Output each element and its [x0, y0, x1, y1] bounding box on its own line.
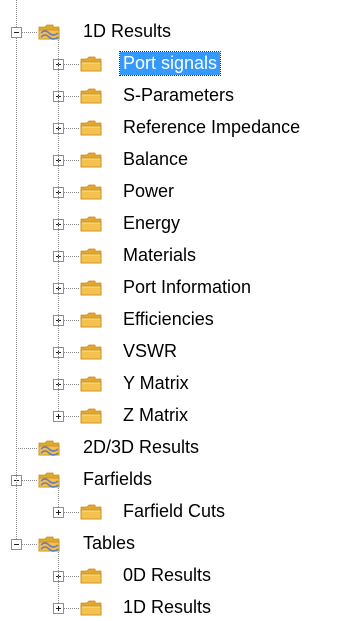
plus-expander-icon[interactable]	[53, 507, 64, 518]
minus-expander-icon[interactable]	[11, 27, 22, 38]
tree-connector	[64, 160, 79, 161]
tree-node-power[interactable]: Power	[120, 180, 177, 203]
plus-expander-icon[interactable]	[53, 603, 64, 614]
tree-connector	[16, 38, 17, 539]
folder-icon	[80, 344, 102, 360]
folder-icon	[80, 312, 102, 328]
tree-node-efficiencies[interactable]: Efficiencies	[120, 308, 217, 331]
tree-connector	[64, 64, 79, 65]
folder-icon	[80, 56, 102, 72]
folder-icon	[80, 152, 102, 168]
tree-connector	[16, 448, 37, 449]
result-tree: 1D Results Port signals S-Parameters Refere…	[0, 0, 337, 617]
folder-icon	[80, 280, 102, 296]
tree-connector	[64, 96, 79, 97]
tree-node-energy[interactable]: Energy	[120, 212, 183, 235]
folder-icon	[80, 568, 102, 584]
tree-node-port-information[interactable]: Port Information	[120, 276, 254, 299]
folder-icon	[80, 88, 102, 104]
tree-node-y-matrix[interactable]: Y Matrix	[120, 372, 192, 395]
result-group-icon	[38, 440, 60, 456]
tree-connector	[64, 384, 79, 385]
tree-connector	[64, 256, 79, 257]
folder-icon	[80, 600, 102, 616]
tree-connector	[64, 192, 79, 193]
tree-node-1d-results[interactable]: 1D Results	[120, 596, 214, 619]
result-group-icon	[38, 24, 60, 40]
folder-icon	[80, 376, 102, 392]
tree-node-0d-results[interactable]: 0D Results	[120, 564, 214, 587]
tree-connector	[64, 576, 79, 577]
tree-connector	[22, 32, 37, 33]
tree-connector	[64, 416, 79, 417]
tree-connector	[64, 352, 79, 353]
folder-icon	[80, 120, 102, 136]
tree-connector	[16, 0, 17, 27]
folder-icon	[80, 408, 102, 424]
tree-node-z-matrix[interactable]: Z Matrix	[120, 404, 191, 427]
tree-connector	[64, 128, 79, 129]
tree-connector	[58, 486, 59, 507]
tree-node-2d-3d-results[interactable]: 2D/3D Results	[80, 436, 202, 459]
tree-node-tables[interactable]: Tables	[80, 532, 138, 555]
folder-icon	[80, 504, 102, 520]
tree-connector	[64, 608, 79, 609]
tree-node-farfields[interactable]: Farfields	[80, 468, 155, 491]
minus-expander-icon[interactable]	[11, 539, 22, 550]
tree-connector	[22, 480, 37, 481]
plus-expander-icon[interactable]	[53, 411, 64, 422]
tree-node-vswr[interactable]: VSWR	[120, 340, 180, 363]
folder-icon	[80, 184, 102, 200]
tree-node-1d-results[interactable]: 1D Results	[80, 20, 174, 43]
tree-node-balance[interactable]: Balance	[120, 148, 191, 171]
result-group-icon	[38, 536, 60, 552]
tree-connector	[64, 288, 79, 289]
result-group-icon	[38, 472, 60, 488]
tree-connector	[64, 224, 79, 225]
tree-node-reference-impedance[interactable]: Reference Impedance	[120, 116, 303, 139]
tree-node-materials[interactable]: Materials	[120, 244, 199, 267]
tree-connector	[58, 550, 59, 603]
tree-node-farfield-cuts[interactable]: Farfield Cuts	[120, 500, 228, 523]
tree-connector	[58, 38, 59, 411]
tree-connector	[64, 512, 79, 513]
tree-connector	[64, 320, 79, 321]
tree-node-s-parameters[interactable]: S-Parameters	[120, 84, 237, 107]
folder-icon	[80, 216, 102, 232]
tree-connector	[22, 544, 37, 545]
tree-node-port-signals[interactable]: Port signals	[118, 51, 222, 76]
folder-icon	[80, 248, 102, 264]
